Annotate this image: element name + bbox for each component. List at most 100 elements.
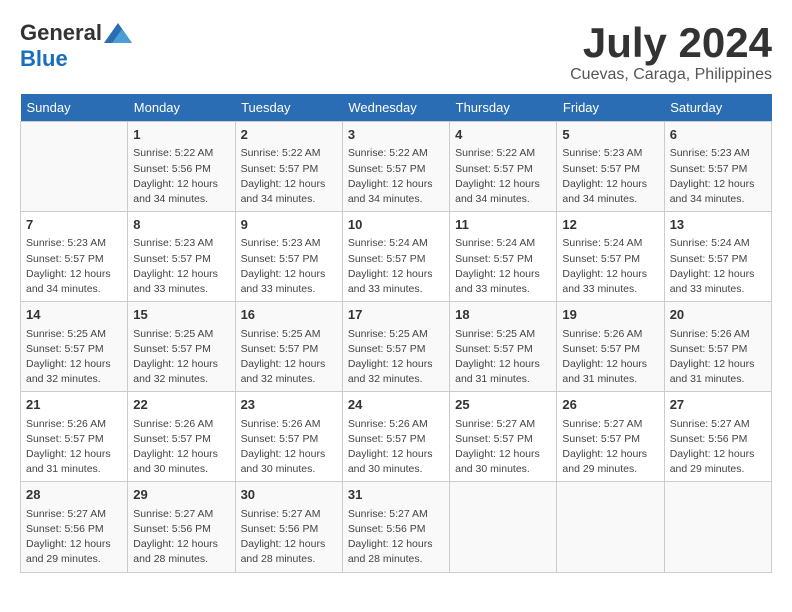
day-info: Sunrise: 5:22 AM Sunset: 5:57 PM Dayligh…	[241, 146, 337, 207]
calendar-week-row: 21 Sunrise: 5:26 AM Sunset: 5:57 PM Dayli…	[21, 392, 772, 482]
logo: General Blue	[20, 20, 132, 72]
calendar-week-row: 14 Sunrise: 5:25 AM Sunset: 5:57 PM Dayli…	[21, 302, 772, 392]
day-number: 30	[241, 486, 337, 504]
calendar-cell: 18 Sunrise: 5:25 AM Sunset: 5:57 PM Dayli…	[450, 302, 557, 392]
day-info: Sunrise: 5:23 AM Sunset: 5:57 PM Dayligh…	[26, 236, 122, 297]
calendar-week-row: 28 Sunrise: 5:27 AM Sunset: 5:56 PM Dayli…	[21, 482, 772, 572]
day-info: Sunrise: 5:22 AM Sunset: 5:57 PM Dayligh…	[348, 146, 444, 207]
day-number: 21	[26, 396, 122, 414]
calendar-cell: 26 Sunrise: 5:27 AM Sunset: 5:57 PM Dayli…	[557, 392, 664, 482]
day-info: Sunrise: 5:26 AM Sunset: 5:57 PM Dayligh…	[133, 417, 229, 478]
header-thursday: Thursday	[450, 94, 557, 122]
calendar-cell: 23 Sunrise: 5:26 AM Sunset: 5:57 PM Dayli…	[235, 392, 342, 482]
day-info: Sunrise: 5:25 AM Sunset: 5:57 PM Dayligh…	[133, 327, 229, 388]
calendar-cell	[450, 482, 557, 572]
calendar-cell: 6 Sunrise: 5:23 AM Sunset: 5:57 PM Daylig…	[664, 122, 771, 212]
day-number: 19	[562, 306, 658, 324]
logo-general-text: General	[20, 20, 102, 46]
calendar-cell: 24 Sunrise: 5:26 AM Sunset: 5:57 PM Dayli…	[342, 392, 449, 482]
day-number: 22	[133, 396, 229, 414]
day-info: Sunrise: 5:24 AM Sunset: 5:57 PM Dayligh…	[455, 236, 551, 297]
header-sunday: Sunday	[21, 94, 128, 122]
day-number: 20	[670, 306, 766, 324]
day-number: 7	[26, 216, 122, 234]
day-info: Sunrise: 5:23 AM Sunset: 5:57 PM Dayligh…	[133, 236, 229, 297]
day-info: Sunrise: 5:27 AM Sunset: 5:56 PM Dayligh…	[670, 417, 766, 478]
day-info: Sunrise: 5:26 AM Sunset: 5:57 PM Dayligh…	[26, 417, 122, 478]
calendar-cell: 25Sunrise: 5:27 AM Sunset: 5:57 PM Dayli…	[450, 392, 557, 482]
day-info: Sunrise: 5:26 AM Sunset: 5:57 PM Dayligh…	[562, 327, 658, 388]
calendar-cell: 14 Sunrise: 5:25 AM Sunset: 5:57 PM Dayli…	[21, 302, 128, 392]
calendar-cell: 12 Sunrise: 5:24 AM Sunset: 5:57 PM Dayli…	[557, 212, 664, 302]
day-number: 28	[26, 486, 122, 504]
calendar-cell: 29Sunrise: 5:27 AM Sunset: 5:56 PM Dayli…	[128, 482, 235, 572]
day-number: 23	[241, 396, 337, 414]
calendar-cell: 28Sunrise: 5:27 AM Sunset: 5:56 PM Dayli…	[21, 482, 128, 572]
calendar-cell: 20 Sunrise: 5:26 AM Sunset: 5:57 PM Dayli…	[664, 302, 771, 392]
day-number: 31	[348, 486, 444, 504]
calendar-cell: 22 Sunrise: 5:26 AM Sunset: 5:57 PM Dayli…	[128, 392, 235, 482]
calendar-cell: 11 Sunrise: 5:24 AM Sunset: 5:57 PM Dayli…	[450, 212, 557, 302]
calendar-cell: 19 Sunrise: 5:26 AM Sunset: 5:57 PM Dayli…	[557, 302, 664, 392]
day-info: Sunrise: 5:23 AM Sunset: 5:57 PM Dayligh…	[670, 146, 766, 207]
title-block: July 2024 Cuevas, Caraga, Philippines	[570, 20, 772, 84]
calendar-cell: 2Sunrise: 5:22 AM Sunset: 5:57 PM Daylig…	[235, 122, 342, 212]
location-text: Cuevas, Caraga, Philippines	[570, 66, 772, 84]
day-info: Sunrise: 5:25 AM Sunset: 5:57 PM Dayligh…	[26, 327, 122, 388]
header-wednesday: Wednesday	[342, 94, 449, 122]
calendar-cell: 7 Sunrise: 5:23 AM Sunset: 5:57 PM Daylig…	[21, 212, 128, 302]
month-title: July 2024	[570, 20, 772, 66]
day-number: 14	[26, 306, 122, 324]
calendar-cell: 1Sunrise: 5:22 AM Sunset: 5:56 PM Daylig…	[128, 122, 235, 212]
calendar-cell: 31Sunrise: 5:27 AM Sunset: 5:56 PM Dayli…	[342, 482, 449, 572]
day-info: Sunrise: 5:27 AM Sunset: 5:56 PM Dayligh…	[241, 507, 337, 568]
calendar-cell	[21, 122, 128, 212]
day-number: 5	[562, 126, 658, 144]
header-saturday: Saturday	[664, 94, 771, 122]
calendar-cell: 9 Sunrise: 5:23 AM Sunset: 5:57 PM Daylig…	[235, 212, 342, 302]
day-number: 24	[348, 396, 444, 414]
calendar-cell: 30 Sunrise: 5:27 AM Sunset: 5:56 PM Dayli…	[235, 482, 342, 572]
header-friday: Friday	[557, 94, 664, 122]
day-info: Sunrise: 5:25 AM Sunset: 5:57 PM Dayligh…	[348, 327, 444, 388]
calendar-cell: 3 Sunrise: 5:22 AM Sunset: 5:57 PM Daylig…	[342, 122, 449, 212]
day-info: Sunrise: 5:22 AM Sunset: 5:56 PM Dayligh…	[133, 146, 229, 207]
day-number: 12	[562, 216, 658, 234]
calendar-cell: 27 Sunrise: 5:27 AM Sunset: 5:56 PM Dayli…	[664, 392, 771, 482]
page-header: General Blue July 2024 Cuevas, Caraga, P…	[20, 20, 772, 84]
calendar-cell: 17Sunrise: 5:25 AM Sunset: 5:57 PM Dayli…	[342, 302, 449, 392]
day-info: Sunrise: 5:26 AM Sunset: 5:57 PM Dayligh…	[241, 417, 337, 478]
day-number: 4	[455, 126, 551, 144]
day-info: Sunrise: 5:26 AM Sunset: 5:57 PM Dayligh…	[348, 417, 444, 478]
calendar-cell: 4 Sunrise: 5:22 AM Sunset: 5:57 PM Daylig…	[450, 122, 557, 212]
calendar-cell	[664, 482, 771, 572]
day-number: 10	[348, 216, 444, 234]
calendar-header-row: SundayMondayTuesdayWednesdayThursdayFrid…	[21, 94, 772, 122]
day-number: 6	[670, 126, 766, 144]
day-info: Sunrise: 5:24 AM Sunset: 5:57 PM Dayligh…	[670, 236, 766, 297]
day-info: Sunrise: 5:24 AM Sunset: 5:57 PM Dayligh…	[348, 236, 444, 297]
calendar-cell: 15Sunrise: 5:25 AM Sunset: 5:57 PM Dayli…	[128, 302, 235, 392]
day-info: Sunrise: 5:22 AM Sunset: 5:57 PM Dayligh…	[455, 146, 551, 207]
calendar-week-row: 1Sunrise: 5:22 AM Sunset: 5:56 PM Daylig…	[21, 122, 772, 212]
day-number: 9	[241, 216, 337, 234]
logo-blue-text: Blue	[20, 46, 68, 72]
day-info: Sunrise: 5:23 AM Sunset: 5:57 PM Dayligh…	[241, 236, 337, 297]
calendar-cell: 13Sunrise: 5:24 AM Sunset: 5:57 PM Dayli…	[664, 212, 771, 302]
day-number: 27	[670, 396, 766, 414]
day-number: 29	[133, 486, 229, 504]
day-info: Sunrise: 5:27 AM Sunset: 5:57 PM Dayligh…	[562, 417, 658, 478]
calendar-cell: 10 Sunrise: 5:24 AM Sunset: 5:57 PM Dayli…	[342, 212, 449, 302]
day-number: 11	[455, 216, 551, 234]
calendar-cell: 8 Sunrise: 5:23 AM Sunset: 5:57 PM Daylig…	[128, 212, 235, 302]
day-info: Sunrise: 5:25 AM Sunset: 5:57 PM Dayligh…	[455, 327, 551, 388]
day-info: Sunrise: 5:26 AM Sunset: 5:57 PM Dayligh…	[670, 327, 766, 388]
day-info: Sunrise: 5:27 AM Sunset: 5:57 PM Dayligh…	[455, 417, 551, 478]
day-number: 26	[562, 396, 658, 414]
day-number: 8	[133, 216, 229, 234]
day-info: Sunrise: 5:24 AM Sunset: 5:57 PM Dayligh…	[562, 236, 658, 297]
header-monday: Monday	[128, 94, 235, 122]
calendar-cell: 21 Sunrise: 5:26 AM Sunset: 5:57 PM Dayli…	[21, 392, 128, 482]
day-number: 18	[455, 306, 551, 324]
day-number: 3	[348, 126, 444, 144]
